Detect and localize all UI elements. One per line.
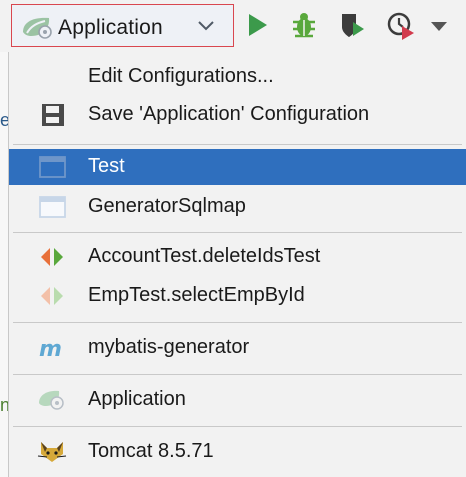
menu-separator <box>13 322 462 323</box>
menu-item-label: Edit Configurations... <box>88 65 274 87</box>
menu-item-accounttest[interactable]: AccountTest.deleteIdsTest <box>9 239 466 275</box>
menu-item-label: mybatis-generator <box>88 336 250 358</box>
menu-item-emptest[interactable]: EmpTest.selectEmpById <box>9 278 466 314</box>
menu-item-save-configuration[interactable]: Save 'Application' Configuration <box>9 97 466 133</box>
application-config-icon <box>23 17 52 39</box>
spring-boot-icon <box>39 390 64 410</box>
menu-separator <box>13 426 462 427</box>
menu-item-application[interactable]: Application <box>9 382 466 418</box>
menu-item-label: Save 'Application' Configuration <box>88 103 370 125</box>
menu-item-label: Tomcat 8.5.71 <box>88 440 214 462</box>
run-configuration-combo[interactable]: Application <box>11 4 234 47</box>
menu-item-label: EmpTest.selectEmpById <box>88 284 305 306</box>
application-window-icon <box>39 196 66 218</box>
menu-separator <box>13 374 462 375</box>
menu-separator <box>13 144 462 145</box>
caret-down-icon[interactable] <box>428 10 450 40</box>
tomcat-icon <box>37 442 67 462</box>
menu-separator <box>13 232 462 233</box>
svg-text:m: m <box>39 337 62 360</box>
menu-item-label: AccountTest.deleteIdsTest <box>88 245 321 267</box>
junit-test-faded-icon <box>41 287 63 305</box>
chevron-down-icon <box>198 21 214 31</box>
menu-item-mybatis-generator[interactable]: m mybatis-generator <box>9 330 466 366</box>
maven-m-icon: m <box>39 337 62 360</box>
menu-item-label: Application <box>88 388 186 410</box>
menu-item-label: GeneratorSqlmap <box>88 195 246 217</box>
menu-item-test[interactable]: Test <box>9 149 466 185</box>
menu-item-edit-configurations[interactable]: Edit Configurations... <box>9 59 466 95</box>
junit-test-icon <box>41 248 63 266</box>
bug-icon[interactable] <box>289 10 319 40</box>
menu-item-generatorsqlmap[interactable]: GeneratorSqlmap <box>9 189 466 225</box>
clock-run-icon[interactable] <box>386 10 416 40</box>
floppy-disk-icon <box>42 104 64 126</box>
main-toolbar: Application <box>0 0 466 52</box>
application-window-icon <box>39 156 66 178</box>
run-configurations-menu: Edit Configurations... Save 'Application… <box>8 52 466 477</box>
menu-item-label: Test <box>88 155 125 177</box>
menu-item-tomcat[interactable]: Tomcat 8.5.71 <box>9 434 466 470</box>
run-configuration-label: Application <box>58 16 163 39</box>
run-icon[interactable] <box>242 10 272 40</box>
shield-run-icon[interactable] <box>337 10 367 40</box>
